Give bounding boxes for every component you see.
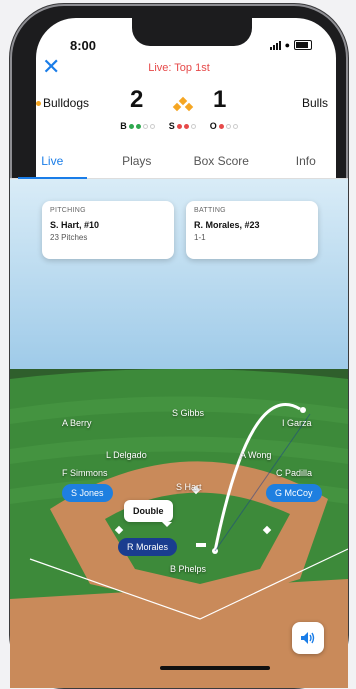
tab-plays[interactable]: Plays xyxy=(95,144,180,178)
notch xyxy=(132,18,252,46)
count-row: B S O xyxy=(10,121,348,131)
speaker-icon xyxy=(301,632,315,644)
status-icons: ● xyxy=(269,40,312,50)
away-team: Bulls xyxy=(301,96,328,110)
runner-first[interactable]: G McCoy xyxy=(266,484,322,502)
away-score: 1 xyxy=(213,86,227,113)
fielder-catcher[interactable]: B Phelps xyxy=(170,564,206,574)
home-indicator-icon xyxy=(36,101,41,107)
batter-name: R. Morales, #23 xyxy=(194,220,260,230)
home-score: 2 xyxy=(130,86,144,113)
batter-line: 1-1 xyxy=(194,233,206,242)
live-status: Live: Top 1st xyxy=(148,62,210,74)
fielder-third-base[interactable]: F Simmons xyxy=(62,468,108,478)
home-indicator xyxy=(160,666,270,670)
strikes-count: S xyxy=(169,121,196,131)
fielder-right-field[interactable]: I Garza xyxy=(282,418,312,428)
bases-diamond-icon xyxy=(172,96,194,114)
play-tooltip: Double xyxy=(124,500,173,527)
fielder-pitcher[interactable]: S Hart xyxy=(176,482,202,492)
pitch-count: 23 Pitches xyxy=(50,233,88,242)
pitching-title: PITCHING xyxy=(50,207,86,214)
tab-info[interactable]: Info xyxy=(264,144,349,178)
fielder-second-base[interactable]: A Wong xyxy=(240,450,271,460)
runner-third[interactable]: S Jones xyxy=(62,484,113,502)
status-time: 8:00 xyxy=(70,38,97,53)
fielder-center-field[interactable]: S Gibbs xyxy=(172,408,204,418)
tab-live[interactable]: Live xyxy=(10,144,95,179)
phone-frame: 8:00 ● ✕ Live: Top 1st Bulldogs 2 1 Bull… xyxy=(10,4,348,688)
pitcher-name: S. Hart, #10 xyxy=(50,220,100,230)
tab-box-score[interactable]: Box Score xyxy=(179,144,264,178)
signal-icon xyxy=(269,40,281,50)
balls-count: B xyxy=(120,121,155,131)
pitching-card[interactable]: PITCHING S. Hart, #10 23 Pitches xyxy=(42,201,174,259)
tab-bar: Live Plays Box Score Info xyxy=(10,144,348,179)
batting-card[interactable]: BATTING R. Morales, #23 1-1 xyxy=(186,201,318,259)
outs-count: O xyxy=(210,121,238,131)
batting-title: BATTING xyxy=(194,207,226,214)
fielder-left-field[interactable]: A Berry xyxy=(62,418,92,428)
battery-icon xyxy=(294,40,312,50)
sound-button[interactable] xyxy=(292,622,324,654)
batter-chip[interactable]: R Morales xyxy=(118,538,178,556)
wifi-icon: ● xyxy=(284,40,290,50)
fielder-first-base[interactable]: C Padilla xyxy=(276,468,312,478)
fielder-shortstop[interactable]: L Delgado xyxy=(106,450,147,460)
home-team: Bulldogs xyxy=(36,96,89,110)
first-base-icon xyxy=(184,102,194,112)
third-base-icon xyxy=(172,102,182,112)
